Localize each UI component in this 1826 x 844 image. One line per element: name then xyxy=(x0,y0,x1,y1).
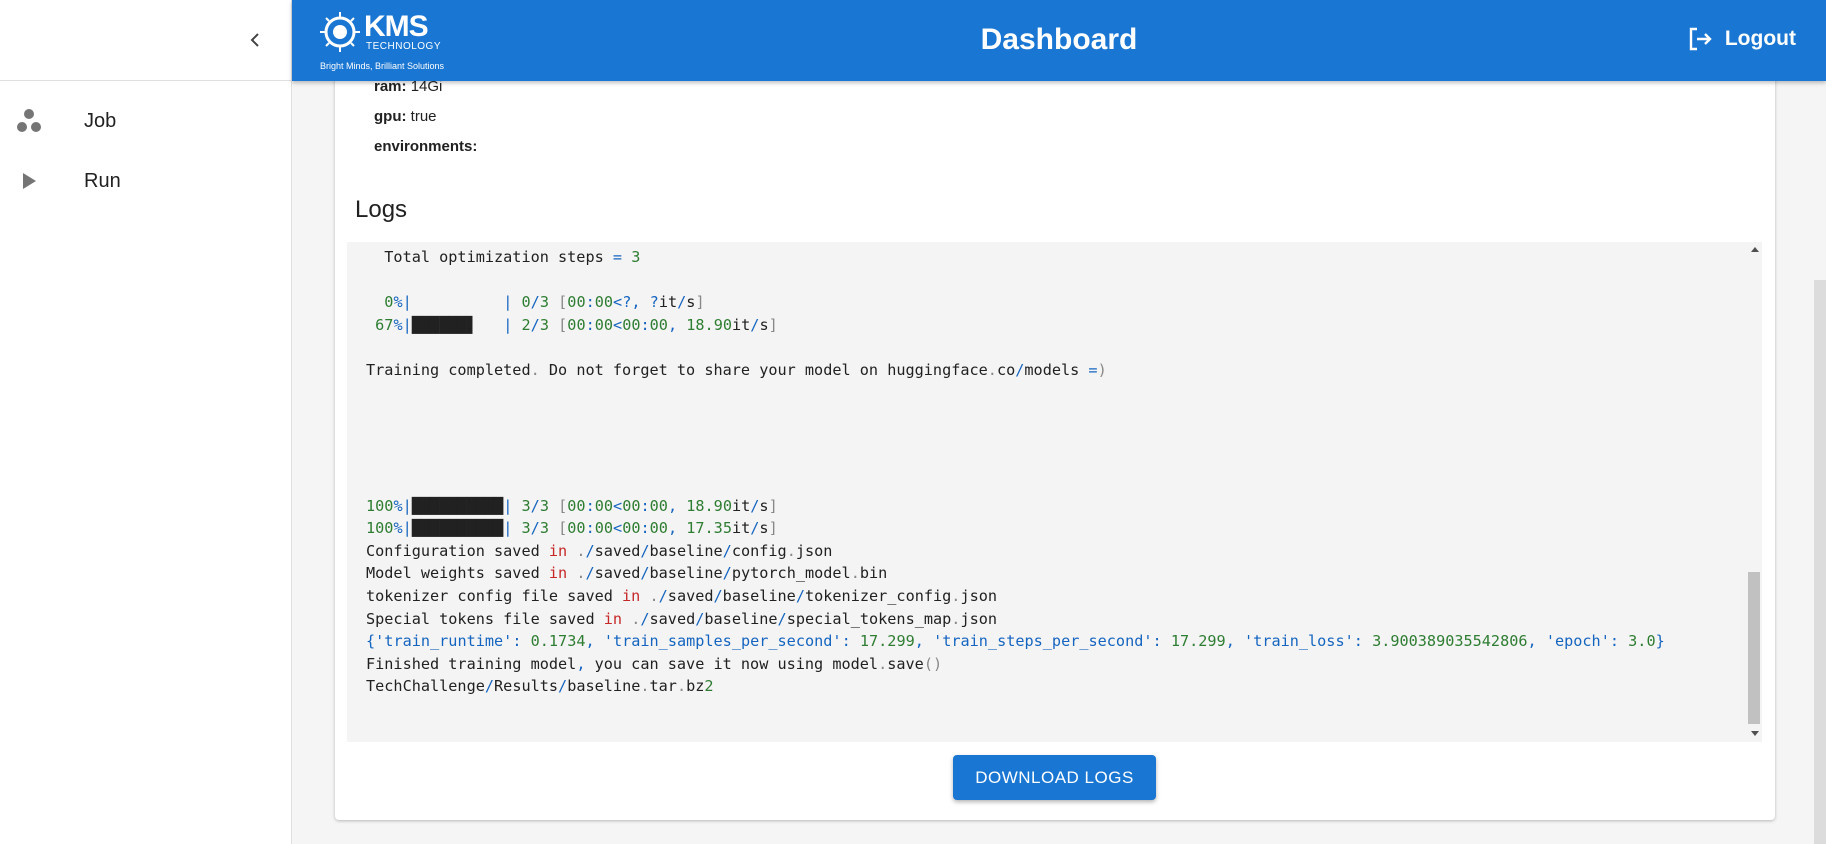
logs-viewer[interactable]: Total optimization steps = 3 0%| | 0/3 [… xyxy=(347,242,1762,742)
job-detail-card: ram: 14Gi gpu: true environments: Logs T… xyxy=(335,70,1775,820)
page-scrollbar-thumb[interactable] xyxy=(1814,280,1826,844)
logs-scrollbar[interactable] xyxy=(1746,242,1762,742)
logs-scrollbar-thumb[interactable] xyxy=(1748,572,1760,724)
logs-heading: Logs xyxy=(355,196,408,223)
log-content: Total optimization steps = 3 0%| | 0/3 [… xyxy=(366,246,1665,698)
log-line: 67%|██████▋ | 2/3 [00:00<00:00, 18.90it/… xyxy=(375,315,778,334)
log-line: 100%|██████████| 3/3 [00:00<00:00, 18.90… xyxy=(366,496,778,515)
sidebar-item-run[interactable]: Run xyxy=(0,151,291,211)
logout-button[interactable]: Logout xyxy=(1687,26,1796,52)
log-line: 100%|██████████| 3/3 [00:00<00:00, 17.35… xyxy=(366,519,778,538)
environments-property: environments: xyxy=(374,138,477,155)
log-line: Training completed. Do not forget to sha… xyxy=(366,360,1107,379)
log-line: tokenizer config file saved in ./saved/b… xyxy=(366,586,998,605)
collapse-sidebar-button[interactable] xyxy=(245,30,265,50)
scroll-down-arrow-icon[interactable] xyxy=(1751,731,1759,736)
play-icon xyxy=(2,166,56,196)
log-line: 0%| | 0/3 [00:00<?, ?it/s] xyxy=(384,293,705,312)
sidebar-header xyxy=(0,0,291,81)
scroll-up-arrow-icon[interactable] xyxy=(1751,247,1759,252)
log-line: {'train_runtime': 0.1734, 'train_samples… xyxy=(366,632,1665,651)
sidebar-item-job[interactable]: Job xyxy=(0,91,291,151)
logo-tagline: Bright Minds, Brilliant Solutions xyxy=(320,61,445,71)
log-line: Model weights saved in ./saved/baseline/… xyxy=(366,564,888,583)
app-header: KMS TECHNOLOGY Bright Minds, Brilliant S… xyxy=(292,0,1826,81)
gpu-value: true xyxy=(410,108,437,125)
logout-icon xyxy=(1689,27,1712,51)
download-logs-button[interactable]: DOWNLOAD LOGS xyxy=(953,755,1156,800)
log-line: Special tokens file saved in ./saved/bas… xyxy=(366,609,998,628)
log-line: Configuration saved in ./saved/baseline/… xyxy=(366,541,833,560)
sidebar: Job Run xyxy=(0,0,292,844)
page-title: Dashboard xyxy=(980,23,1138,56)
sidebar-item-label: Run xyxy=(84,169,121,192)
log-line: TechChallenge/Results/baseline.tar.bz2 xyxy=(366,677,714,696)
environments-label: environments: xyxy=(374,138,478,155)
job-icon xyxy=(2,106,56,136)
gpu-property: gpu: true xyxy=(374,108,437,125)
chevron-left-icon xyxy=(250,33,259,47)
sidebar-item-label: Job xyxy=(84,109,117,132)
log-line: Finished training model, you can save it… xyxy=(366,654,943,673)
logout-label: Logout xyxy=(1724,27,1796,50)
log-line: Total optimization steps = 3 xyxy=(366,248,641,266)
gpu-label: gpu: xyxy=(374,108,407,125)
